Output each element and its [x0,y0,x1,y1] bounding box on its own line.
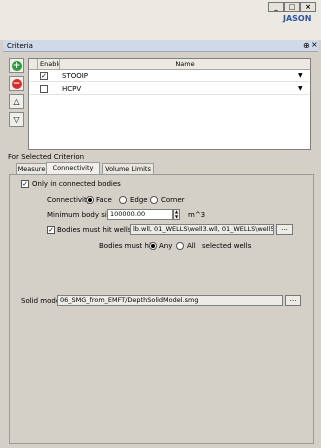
table-row[interactable]: ✓ STOOIP ▼ [29,70,310,82]
close-icon[interactable]: × [311,40,318,49]
radio-edge[interactable] [119,196,127,204]
plus-icon: + [11,60,22,71]
panel-title: Criteria [7,42,33,50]
maximize-button[interactable]: □ [284,2,300,12]
triangle-down-icon: ▽ [13,115,20,124]
radio-face[interactable] [86,196,94,204]
browse-wells-button[interactable]: ... [276,224,293,235]
hit-wells-checkbox[interactable]: ✓ [47,226,55,234]
radio-corner-label: Corner [161,196,185,204]
radio-all[interactable] [176,242,184,250]
move-up-button[interactable]: △ [9,94,24,109]
dropdown-arrow-icon[interactable]: ▼ [298,72,303,79]
min-body-size-unit: m^3 [188,211,206,219]
enable-checkbox[interactable] [40,85,48,93]
radio-edge-label: Edge [130,196,148,204]
must-hit-suffix: selected wells [202,242,252,250]
brand-logo: JASON [283,14,312,23]
table-row[interactable]: HCPV ▼ [29,83,310,95]
radio-corner[interactable] [150,196,158,204]
triangle-up-icon: △ [13,97,20,106]
radio-all-label: All [187,242,196,250]
move-down-button[interactable]: ▽ [9,112,24,127]
column-header-enable[interactable]: Enable [37,59,62,70]
add-criterion-button[interactable]: + [9,58,24,73]
hit-wells-label: Bodies must hit wells [57,226,132,234]
enable-checkbox[interactable]: ✓ [40,72,48,80]
close-window-button[interactable]: × [300,2,316,12]
column-header-name[interactable]: Name [59,59,310,70]
criterion-name: STOOIP [62,72,89,80]
min-body-size-spinner[interactable]: ▲ ▼ [173,209,180,220]
radio-face-label: Face [96,196,112,204]
browse-solid-model-button[interactable]: ... [285,295,301,306]
panel-header: Criteria ⊕ × [3,40,318,52]
solid-model-field[interactable]: 06_SMG_from_EMFT/DepthSolidModel.smg [57,295,283,306]
window-controls: _ □ × [268,2,316,12]
minus-icon: − [11,78,22,89]
minimize-button[interactable]: _ [268,2,284,12]
radio-any[interactable] [149,242,157,250]
only-connected-checkbox[interactable]: ✓ [21,180,29,188]
radio-selected-dot [151,244,155,248]
only-connected-label: Only in connected bodies [32,180,121,188]
table-corner [29,59,37,70]
solid-model-label: Solid model [21,297,63,305]
radio-any-label: Any [159,242,173,250]
pin-icon[interactable]: ⊕ [303,41,310,50]
section-label: For Selected Criterion [8,153,85,161]
connectivity-label: Connectivity [47,196,91,204]
min-body-size-input[interactable]: 100000.00 [107,209,173,220]
wells-list-field[interactable]: lb.wll, 01_WELLS\well3.wll, 01_WELLS\wel… [130,224,274,235]
min-body-size-label: Minimum body size [47,211,115,219]
must-hit-label: Bodies must hit [99,242,154,250]
radio-selected-dot [88,198,92,202]
criteria-table: Enable Name ✓ STOOIP ▼ HCPV ▼ [28,58,311,150]
remove-criterion-button[interactable]: − [9,76,24,91]
dropdown-arrow-icon[interactable]: ▼ [298,85,303,92]
criterion-name: HCPV [62,85,82,93]
spin-down-icon[interactable]: ▼ [174,214,179,220]
